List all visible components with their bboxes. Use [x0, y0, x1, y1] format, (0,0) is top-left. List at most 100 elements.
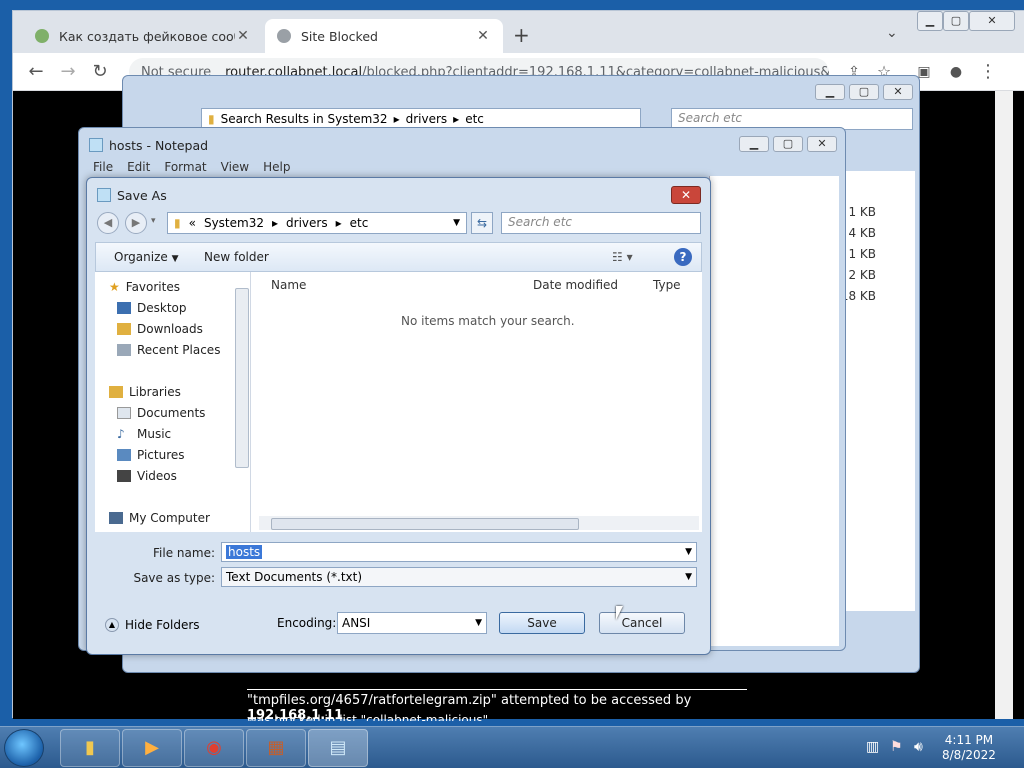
nav-desktop[interactable]: Desktop: [117, 301, 187, 315]
nav-documents[interactable]: Documents: [117, 406, 205, 420]
clock[interactable]: 4:11 PM 8/8/2022: [942, 733, 996, 763]
nav-videos[interactable]: Videos: [117, 469, 177, 483]
forward-arrow-icon[interactable]: ▶: [125, 212, 147, 234]
nav-pictures[interactable]: Pictures: [117, 448, 185, 462]
save-type-label: Save as type:: [133, 571, 215, 585]
encoding-value: ANSI: [342, 616, 371, 630]
recent-pages-icon[interactable]: ▾: [151, 216, 156, 226]
reload-icon[interactable]: ↻: [89, 61, 111, 83]
dialog-address-bar[interactable]: ▮ « System32 ▸ drivers ▸ etc ▼: [167, 212, 467, 234]
network-icon[interactable]: ▥: [866, 739, 879, 755]
minimize-button[interactable]: ▁: [917, 11, 943, 31]
nav-my-computer[interactable]: My Computer: [109, 511, 210, 525]
column-type[interactable]: Type: [653, 278, 681, 292]
back-arrow-icon[interactable]: ◀: [97, 212, 119, 234]
hide-folders-button[interactable]: ▲ Hide Folders: [105, 618, 200, 632]
folder-icon: ▮: [85, 737, 95, 758]
taskbar-explorer[interactable]: ▮: [60, 729, 120, 767]
nav-favorites[interactable]: ★ Favorites: [109, 280, 180, 294]
star-icon: ★: [109, 280, 120, 294]
cancel-button[interactable]: Cancel: [599, 612, 685, 634]
nav-label: Libraries: [129, 385, 181, 399]
taskbar-chrome[interactable]: ◉: [184, 729, 244, 767]
chevron-right-icon: ▸: [335, 216, 342, 230]
chevron-down-icon[interactable]: ⌄: [886, 25, 898, 41]
tab-fake-message[interactable]: Как создать фейковое сообщен ✕: [23, 19, 263, 53]
refresh-icon[interactable]: ⇆: [471, 212, 493, 234]
menu-format[interactable]: Format: [164, 160, 206, 174]
menu-file[interactable]: File: [93, 160, 113, 174]
taskbar-firewall[interactable]: ▦: [246, 729, 306, 767]
start-button[interactable]: [4, 729, 44, 767]
tab-close-icon[interactable]: ✕: [235, 28, 251, 44]
nav-pane-scrollbar[interactable]: [235, 288, 249, 468]
minimize-button[interactable]: ▁: [739, 136, 769, 152]
maximize-button[interactable]: ▢: [849, 84, 879, 100]
taskbar-media-player[interactable]: ▶: [122, 729, 182, 767]
close-button[interactable]: ✕: [883, 84, 913, 100]
encoding-select[interactable]: ANSI ▼: [337, 612, 487, 634]
breadcrumb-item[interactable]: System32: [204, 216, 264, 230]
dialog-title: Save As: [117, 188, 167, 203]
minimize-button[interactable]: ▁: [815, 84, 845, 100]
nav-label: Videos: [137, 469, 177, 483]
chevron-right-icon: ▸: [393, 112, 400, 126]
dialog-search-input[interactable]: Search etc: [501, 212, 701, 234]
close-button[interactable]: ✕: [671, 186, 701, 204]
nav-music[interactable]: ♪ Music: [117, 427, 171, 441]
tab-bar: Как создать фейковое сообщен ✕ Site Bloc…: [13, 11, 1024, 53]
save-button[interactable]: Save: [499, 612, 585, 634]
chevron-down-icon[interactable]: ▼: [685, 547, 692, 557]
column-name[interactable]: Name: [271, 278, 306, 292]
close-button[interactable]: ✕: [969, 11, 1015, 31]
notepad-editor[interactable]: [709, 176, 839, 646]
forward-arrow-icon[interactable]: →: [57, 61, 79, 83]
tab-favicon-icon: [35, 29, 49, 43]
close-button[interactable]: ✕: [807, 136, 837, 152]
nav-recent-places[interactable]: Recent Places: [117, 343, 220, 357]
tab-site-blocked[interactable]: Site Blocked ✕: [265, 19, 503, 53]
breadcrumb-item[interactable]: drivers: [406, 112, 448, 126]
file-list: Name Date modified Type No items match y…: [251, 272, 702, 532]
save-type-select[interactable]: Text Documents (*.txt) ▼: [221, 567, 697, 587]
notepad-icon: ▤: [329, 737, 347, 758]
help-icon[interactable]: ?: [674, 248, 692, 266]
chrome-icon: ◉: [206, 737, 222, 758]
view-options-icon[interactable]: ☷ ▾: [612, 250, 633, 264]
volume-icon[interactable]: 🔊︎: [914, 739, 923, 755]
taskbar-notepad[interactable]: ▤: [308, 729, 368, 767]
new-tab-icon[interactable]: +: [513, 23, 530, 47]
menu-help[interactable]: Help: [263, 160, 290, 174]
page-scrollbar[interactable]: [995, 91, 1013, 719]
file-name-input[interactable]: hosts ▼: [221, 542, 697, 562]
maximize-button[interactable]: ▢: [773, 136, 803, 152]
scrollbar-thumb[interactable]: [271, 518, 579, 530]
organize-button[interactable]: Organize ▼: [114, 250, 179, 264]
chevron-down-icon[interactable]: ▼: [453, 218, 460, 228]
breadcrumb-item[interactable]: etc: [350, 216, 369, 230]
folder-icon: ▮: [208, 112, 215, 126]
maximize-button[interactable]: ▢: [943, 11, 969, 31]
profile-avatar-icon[interactable]: ●: [945, 61, 967, 83]
menu-view[interactable]: View: [221, 160, 249, 174]
menu-edit[interactable]: Edit: [127, 160, 150, 174]
new-folder-button[interactable]: New folder: [204, 250, 269, 264]
nav-label: Music: [137, 427, 172, 441]
blocked-message-prefix: "tmpfiles.org/4657/ratfortelegram.zip" a…: [247, 693, 692, 708]
more-menu-icon[interactable]: ⋮: [977, 61, 999, 83]
recent-places-icon: [117, 344, 131, 356]
tab-close-icon[interactable]: ✕: [475, 28, 491, 44]
action-center-flag-icon[interactable]: ⚑: [890, 739, 903, 755]
globe-icon: [277, 29, 291, 43]
nav-downloads[interactable]: Downloads: [117, 322, 203, 336]
breadcrumb-item[interactable]: etc: [465, 112, 484, 126]
nav-libraries[interactable]: Libraries: [109, 385, 181, 399]
computer-icon: [109, 512, 123, 524]
back-arrow-icon[interactable]: ←: [25, 61, 47, 83]
column-date-modified[interactable]: Date modified: [533, 278, 618, 292]
breadcrumb-overflow[interactable]: «: [189, 216, 196, 230]
media-player-icon: ▶: [145, 737, 159, 758]
nav-label: Favorites: [125, 280, 180, 294]
breadcrumb-item[interactable]: Search Results in System32: [221, 112, 388, 126]
breadcrumb-item[interactable]: drivers: [286, 216, 328, 230]
